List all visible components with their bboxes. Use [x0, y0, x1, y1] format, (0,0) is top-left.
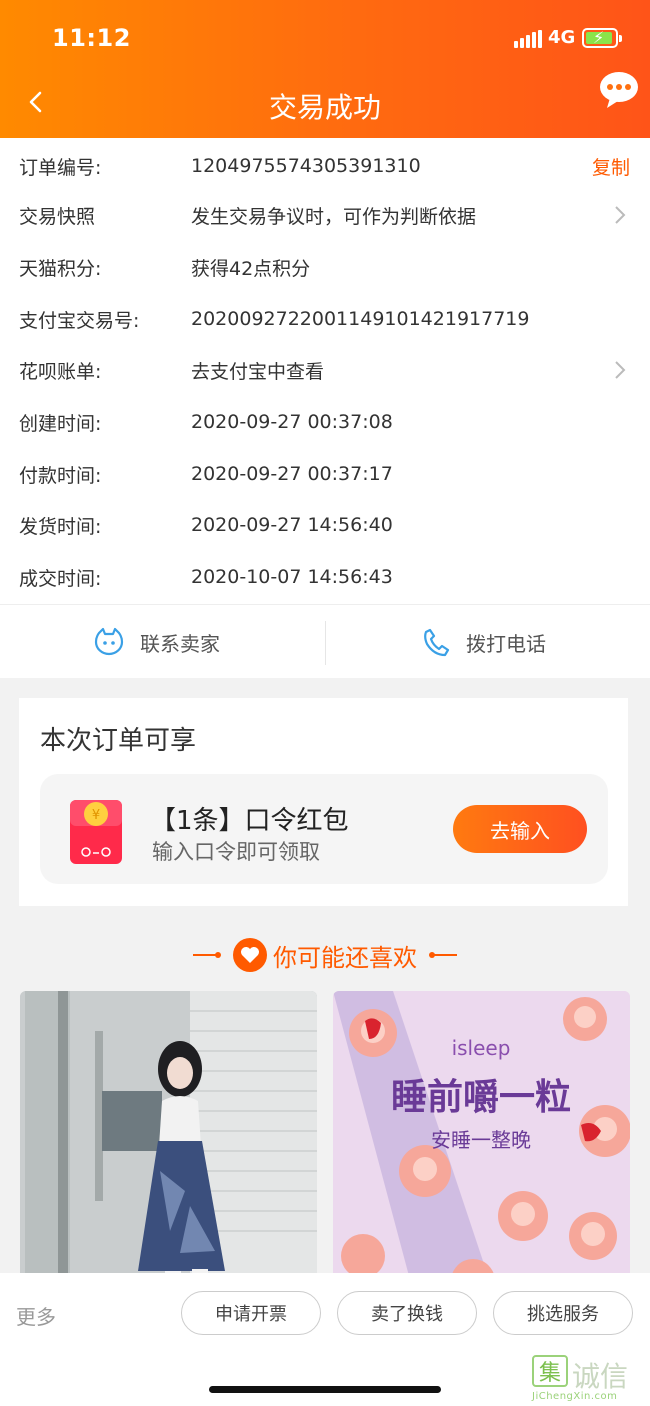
row-value: 2020-09-27 14:56:40 — [191, 514, 393, 536]
order-number-row: 订单编号: 1204975574305391310 复制 — [0, 140, 650, 192]
decor-line — [429, 952, 457, 958]
row-label: 交易快照 — [19, 205, 96, 228]
product-headline: 睡前嚼一粒 — [391, 1077, 571, 1118]
coupon-subtitle: 输入口令即可领取 — [152, 840, 320, 864]
benefit-title: 本次订单可享 — [40, 726, 197, 756]
chat-bubble-icon — [600, 72, 638, 108]
svg-text:¥: ¥ — [92, 808, 100, 823]
header-bar: 11:12 4G ⚡ 交易成功 — [0, 0, 650, 138]
watermark: 集 诚信 JiChengXin.com — [532, 1355, 642, 1405]
row-label: 天猫积分: — [19, 257, 102, 280]
copy-button[interactable]: 复制 — [592, 153, 630, 180]
row-label: 订单编号: — [19, 156, 102, 179]
watermark-logo-icon: 集 — [532, 1355, 568, 1387]
tmall-points-row: 天猫积分: 获得42点积分 — [0, 241, 650, 293]
huabei-bill-row[interactable]: 花呗账单: 去支付宝中查看 — [0, 344, 650, 396]
row-value: 2020-09-27 00:37:17 — [191, 463, 393, 485]
row-value: 2020-10-07 14:56:43 — [191, 566, 393, 588]
network-type: 4G — [548, 27, 576, 48]
row-label: 支付宝交易号: — [19, 309, 140, 332]
page-title: 交易成功 — [268, 91, 381, 124]
go-input-button[interactable]: 去输入 — [453, 805, 587, 853]
row-label: 花呗账单: — [19, 360, 102, 383]
product-image: isleep 睡前嚼一粒 安睡一整晚 — [333, 991, 630, 1291]
battery-icon: ⚡ — [582, 28, 622, 48]
signal-icon — [514, 30, 542, 48]
row-value: 2020092722001149101421917719 — [191, 308, 530, 330]
chevron-right-icon — [615, 361, 626, 379]
watermark-text: 诚信 — [572, 1360, 629, 1393]
row-value: 2020-09-27 00:37:08 — [191, 411, 393, 433]
brand-logo: isleep — [452, 1036, 511, 1060]
row-label: 创建时间: — [19, 412, 102, 435]
recommend-title: 你可能还喜欢 — [273, 943, 417, 972]
home-indicator — [209, 1386, 441, 1393]
shipped-time-row: 发货时间: 2020-09-27 14:56:40 — [0, 499, 650, 551]
row-value: 获得42点积分 — [191, 257, 311, 280]
deal-time-row: 成交时间: 2020-10-07 14:56:43 — [0, 551, 650, 603]
alipay-trade-row: 支付宝交易号: 2020092722001149101421917719 — [0, 293, 650, 345]
invoice-button[interactable]: 申请开票 — [181, 1291, 321, 1335]
call-phone-label: 拨打电话 — [466, 631, 546, 656]
coupon-card: ¥ 【1条】口令红包 输入口令即可领取 去输入 — [40, 774, 608, 884]
contact-seller-label: 联系卖家 — [140, 631, 220, 656]
recommend-heading: 你可能还喜欢 — [0, 930, 650, 980]
phone-icon — [424, 628, 450, 657]
row-value: 去支付宝中查看 — [191, 360, 325, 383]
row-label: 成交时间: — [19, 567, 102, 590]
row-value: 发生交易争议时，可作为判断依据 — [191, 205, 477, 228]
seller-chat-icon — [94, 627, 124, 656]
status-time: 11:12 — [52, 24, 131, 52]
bottom-action-bar: 更多 申请开票 卖了换钱 挑选服务 集 诚信 JiChengXin.com — [0, 1273, 650, 1406]
row-label: 付款时间: — [19, 464, 102, 487]
order-benefit-card: 本次订单可享 ¥ 【1条】口令红包 输入口令即可领取 去输入 — [19, 698, 628, 906]
heart-icon — [233, 938, 267, 972]
call-phone-button[interactable]: 拨打电话 — [422, 605, 546, 679]
coupon-title: 【1条】口令红包 — [150, 806, 349, 836]
divider — [325, 621, 326, 665]
message-menu-button[interactable] — [598, 68, 640, 110]
product-subline: 安睡一整晚 — [431, 1128, 531, 1152]
paid-time-row: 付款时间: 2020-09-27 00:37:17 — [0, 448, 650, 500]
row-label: 发货时间: — [19, 515, 102, 538]
select-service-button[interactable]: 挑选服务 — [493, 1291, 633, 1335]
order-info-list: 订单编号: 1204975574305391310 复制 交易快照 发生交易争议… — [0, 138, 650, 604]
created-time-row: 创建时间: 2020-09-27 00:37:08 — [0, 396, 650, 448]
watermark-url: JiChengXin.com — [532, 1391, 618, 1402]
product-image — [20, 991, 317, 1291]
red-packet-icon: ¥ — [70, 800, 122, 864]
row-value: 1204975574305391310 — [191, 155, 421, 177]
product-card-dress[interactable] — [20, 991, 317, 1291]
snapshot-row[interactable]: 交易快照 发生交易争议时，可作为判断依据 — [0, 189, 650, 241]
product-card-isleep[interactable]: isleep 睡前嚼一粒 安睡一整晚 — [333, 991, 630, 1291]
resell-button[interactable]: 卖了换钱 — [337, 1291, 477, 1335]
contact-seller-button[interactable]: 联系卖家 — [94, 605, 220, 679]
chevron-right-icon — [615, 206, 626, 224]
contact-bar: 联系卖家 拨打电话 — [0, 604, 650, 678]
more-button[interactable]: 更多 — [16, 1301, 56, 1330]
decor-line — [193, 952, 221, 958]
